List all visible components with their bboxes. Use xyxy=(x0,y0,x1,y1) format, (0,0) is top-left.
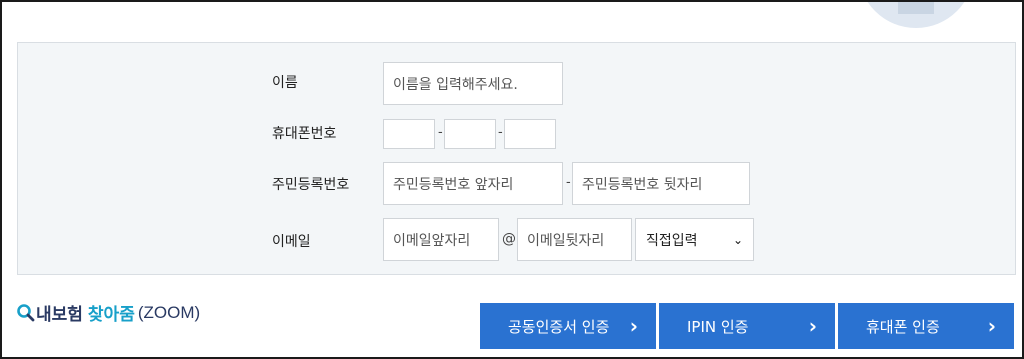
email-domain-value: 직접입력 xyxy=(646,232,698,249)
brand-logo: 내보험 찾아줌 (ZOOM) xyxy=(16,300,200,325)
chevron-right-icon: › xyxy=(987,314,996,338)
phone-auth-button[interactable]: 휴대폰 인증 › xyxy=(838,303,1014,349)
illustration-graphic xyxy=(866,0,966,28)
rrn-back-input[interactable]: 주민등록번호 뒷자리 xyxy=(572,162,750,205)
rrn-separator: - xyxy=(566,175,571,190)
brand-text-part3: (ZOOM) xyxy=(137,302,201,322)
phone-input-3[interactable] xyxy=(504,119,556,149)
email-back-input[interactable]: 이메일뒷자리 xyxy=(517,218,632,261)
phone-auth-label: 휴대폰 인증 xyxy=(866,317,940,336)
phone-separator-2: - xyxy=(498,125,503,140)
brand-text-part1: 내보험 xyxy=(36,305,83,324)
ipin-auth-label: IPIN 인증 xyxy=(687,317,749,336)
cert-auth-button[interactable]: 공동인증서 인증 › xyxy=(480,303,656,349)
email-front-input[interactable]: 이메일앞자리 xyxy=(383,218,499,261)
chevron-right-icon: › xyxy=(629,314,638,338)
chevron-right-icon: › xyxy=(808,314,817,338)
magnifier-icon xyxy=(17,303,35,321)
name-input[interactable]: 이름을 입력해주세요. xyxy=(383,62,563,105)
form-panel: 이름 이름을 입력해주세요. 휴대폰번호 - - 주민등록번호 주민등록번호 앞… xyxy=(17,42,1016,275)
cert-auth-label: 공동인증서 인증 xyxy=(508,317,610,336)
rrn-front-input[interactable]: 주민등록번호 앞자리 xyxy=(383,162,563,205)
name-label: 이름 xyxy=(272,75,298,91)
phone-separator-1: - xyxy=(438,125,443,140)
chevron-down-icon: ⌄ xyxy=(732,232,743,247)
phone-label: 휴대폰번호 xyxy=(272,126,337,142)
email-label: 이메일 xyxy=(272,234,311,250)
rrn-label: 주민등록번호 xyxy=(272,177,350,193)
phone-input-2[interactable] xyxy=(444,119,496,149)
brand-text-part2: 찾아줌 xyxy=(87,305,135,324)
email-at-sign: @ xyxy=(502,231,516,247)
phone-input-1[interactable] xyxy=(383,119,435,149)
ipin-auth-button[interactable]: IPIN 인증 › xyxy=(659,303,835,349)
email-domain-select[interactable]: 직접입력 ⌄ xyxy=(635,218,754,261)
